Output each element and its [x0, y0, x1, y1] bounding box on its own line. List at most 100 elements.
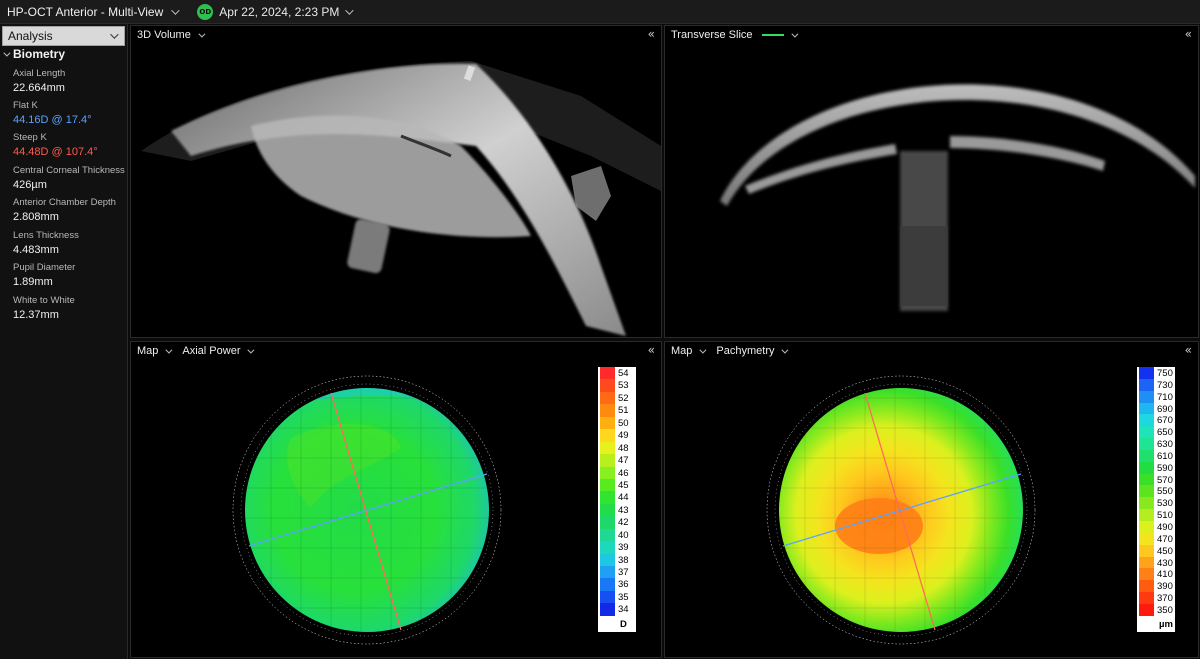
- colorbar-value: 36: [618, 579, 629, 591]
- colorbar-value: 34: [618, 604, 629, 616]
- pachy-map-panel: Map Pachymetry « 750 730 710 690 670 650…: [664, 341, 1199, 658]
- colorbar-value: 39: [618, 542, 629, 554]
- metric-label: Central Corneal Thickness: [13, 165, 125, 176]
- map-type-dropdown[interactable]: Axial Power: [182, 345, 255, 357]
- metric-label: Pupil Diameter: [13, 262, 76, 273]
- metric-label: White to White: [13, 295, 75, 306]
- colorbar-row: 510: [1137, 509, 1175, 521]
- colorbar-row: 550: [1137, 485, 1175, 497]
- colorbar-value: 54: [618, 368, 629, 379]
- slice-image[interactable]: [665, 26, 1199, 338]
- chevron-down-icon: [3, 49, 11, 57]
- collapse-panel-button[interactable]: «: [1185, 27, 1192, 41]
- colorbar-value: 450: [1157, 545, 1173, 557]
- colorbar-row: 490: [1137, 520, 1175, 533]
- chevron-down-icon: [781, 346, 789, 354]
- colorbar-row: 650: [1137, 426, 1175, 438]
- metric-value: 44.48D @ 107.4°: [13, 146, 98, 158]
- colorbar-value: 570: [1157, 474, 1173, 486]
- metric-anterior-chamber-depth: Anterior Chamber Depth 2.808mm: [13, 197, 116, 224]
- app-title-dropdown[interactable]: HP-OCT Anterior - Multi-View: [7, 5, 180, 19]
- colorbar-row: 570: [1137, 473, 1175, 486]
- analysis-dropdown[interactable]: Analysis: [2, 26, 125, 46]
- sidebar: Analysis Biometry Axial Length 22.664mm …: [0, 24, 128, 659]
- exam-date: Apr 22, 2024, 2:23 PM: [219, 4, 340, 19]
- colorbar-value: 430: [1157, 557, 1173, 569]
- colorbar-swatch: [1139, 378, 1154, 391]
- colorbar-value: 410: [1157, 569, 1173, 581]
- colorbar-swatch: [600, 578, 615, 591]
- analysis-label: Analysis: [8, 29, 53, 43]
- colorbar-row: 50: [598, 416, 636, 430]
- metric-label: Axial Length: [13, 68, 66, 79]
- colorbar-swatch: [600, 379, 615, 392]
- colorbar-value: 690: [1157, 403, 1173, 415]
- chevron-down-icon: [171, 5, 180, 15]
- colorbar-row: 54: [598, 367, 636, 380]
- metric-lens-thickness: Lens Thickness 4.483mm: [13, 230, 79, 257]
- chevron-down-icon: [345, 5, 355, 15]
- colorbar-value: 710: [1157, 391, 1173, 403]
- metric-axial-length: Axial Length 22.664mm: [13, 68, 65, 95]
- metric-steep-k: Steep K 44.48D @ 107.4°: [13, 132, 98, 159]
- colorbar-swatch: [600, 391, 615, 405]
- panel-title: 3D Volume: [137, 29, 191, 41]
- map-type-label: Pachymetry: [716, 345, 775, 357]
- colorbar-row: 40: [598, 528, 636, 542]
- colorbar-value: 670: [1157, 415, 1173, 427]
- colorbar-row: 530: [1137, 497, 1175, 509]
- colorbar-swatch: [1139, 390, 1154, 403]
- exam-selector[interactable]: OD Apr 22, 2024, 2:23 PM: [197, 3, 355, 20]
- panel-header: Map Pachymetry: [665, 342, 1198, 360]
- colorbar-swatch: [1139, 414, 1154, 427]
- colorbar-swatch: [1139, 497, 1154, 510]
- colorbar-swatch: [600, 541, 615, 554]
- colorbar-swatch: [600, 553, 615, 566]
- colorbar-swatch: [1139, 402, 1154, 415]
- colorbar-swatch: [600, 466, 615, 479]
- colorbar-swatch: [600, 603, 615, 616]
- chevron-down-icon: [165, 346, 173, 354]
- chevron-down-icon: [247, 346, 255, 354]
- slice-view-dropdown[interactable]: Transverse Slice: [671, 29, 798, 41]
- metric-value: 22.664mm: [13, 82, 65, 94]
- colorbar-swatch: [1139, 449, 1154, 462]
- colorbar-row: 670: [1137, 414, 1175, 426]
- colorbar-row: 51: [598, 404, 636, 417]
- colorbar-swatch: [1139, 520, 1154, 533]
- map-label: Map: [671, 345, 693, 357]
- map-dropdown[interactable]: Map: [671, 345, 707, 357]
- volume-render-image[interactable]: [131, 26, 662, 338]
- colorbar-value: 550: [1157, 486, 1173, 498]
- collapse-panel-button[interactable]: «: [648, 343, 655, 357]
- colorbar-swatch: [600, 590, 615, 604]
- colorbar-row: 450: [1137, 544, 1175, 557]
- colorbar-value: 370: [1157, 593, 1173, 605]
- map-type-dropdown[interactable]: Pachymetry: [716, 345, 789, 357]
- colorbar-value: 53: [618, 380, 629, 392]
- colorbar-row: 47: [598, 454, 636, 467]
- metric-label: Flat K: [13, 100, 38, 111]
- pachymetry-map[interactable]: [665, 358, 1125, 658]
- chevron-down-icon: [790, 30, 798, 38]
- colorbar-swatch: [1139, 473, 1154, 486]
- colorbar-row: 470: [1137, 532, 1175, 545]
- metric-flat-k: Flat K 44.16D @ 17.4°: [13, 100, 92, 127]
- metric-value: 1.89mm: [13, 276, 53, 288]
- axial-power-map[interactable]: [131, 358, 591, 658]
- colorbar-swatch: [600, 429, 615, 442]
- colorbar-swatch: [600, 516, 615, 529]
- pachy-colorbar: 750 730 710 690 670 650 630 610 590 570 550 530 510 4…: [1137, 367, 1175, 632]
- biometry-section-toggle[interactable]: Biometry: [3, 47, 65, 61]
- map-dropdown[interactable]: Map: [137, 345, 173, 357]
- volume-view-dropdown[interactable]: 3D Volume: [137, 29, 206, 41]
- colorbar-unit: D: [620, 619, 627, 630]
- colorbar-value: 46: [618, 467, 629, 479]
- colorbar-swatch: [1139, 509, 1154, 521]
- collapse-panel-button[interactable]: «: [1185, 343, 1192, 357]
- collapse-panel-button[interactable]: «: [648, 27, 655, 41]
- colorbar-row: 690: [1137, 402, 1175, 415]
- axial-colorbar: 54 53 52 51 50 49 48 47 46 45 44 43 42 40 39 38 37 36 35 34…: [598, 367, 636, 632]
- colorbar-swatch: [600, 566, 615, 579]
- colorbar-swatch: [600, 404, 615, 417]
